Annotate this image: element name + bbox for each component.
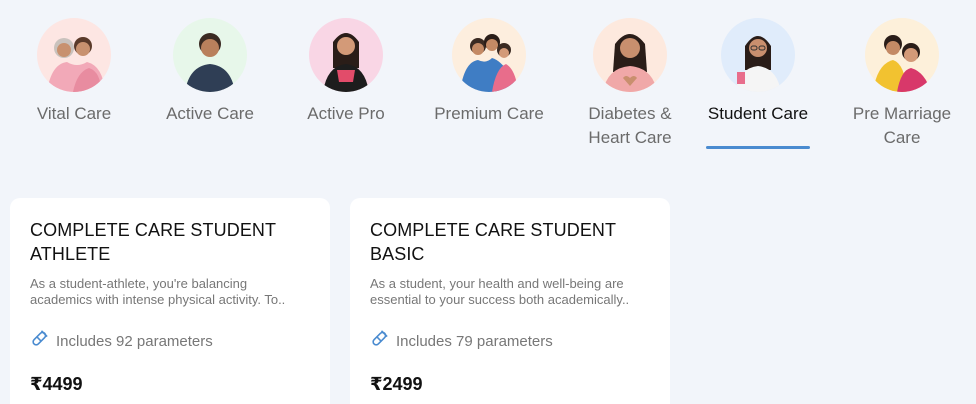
card-title: COMPLETE CARE STUDENT ATHLETE: [30, 220, 276, 264]
tab-diabetes-heart-care[interactable]: Diabetes & Heart Care: [560, 18, 700, 150]
card-description: As a student-athlete, you're balancing a…: [30, 276, 286, 307]
parameters-count: Includes 79 parameters: [396, 333, 553, 350]
price: ₹4499: [30, 374, 83, 394]
active-pro-avatar: [309, 18, 383, 92]
price: ₹2499: [370, 374, 423, 394]
card-description: As a student, your health and well-being…: [370, 276, 630, 307]
pre-marriage-care-avatar: [865, 18, 939, 92]
parameters-row: Includes 92 parameters: [30, 330, 213, 353]
tab-label: Active Pro: [307, 104, 385, 123]
test-tube-icon: [30, 330, 48, 353]
tab-label: Student Care: [707, 104, 809, 123]
active-tab-indicator: [706, 146, 810, 149]
tab-label: Diabetes & Heart Care: [588, 104, 672, 147]
vital-care-avatar: [37, 18, 111, 92]
diabetes-heart-care-avatar: [593, 18, 667, 92]
tab-label: Premium Care: [434, 104, 544, 123]
tab-label: Vital Care: [36, 104, 112, 123]
card-title: COMPLETE CARE STUDENT BASIC: [370, 220, 616, 264]
premium-care-avatar: [452, 18, 526, 92]
parameters-count: Includes 92 parameters: [56, 333, 213, 350]
tab-pre-marriage-care[interactable]: Pre Marriage Care: [832, 18, 972, 150]
tab-student-care[interactable]: Student Care: [688, 18, 828, 126]
tab-label: Active Care: [166, 104, 254, 123]
tab-active-care[interactable]: Active Care: [140, 18, 280, 126]
test-tube-icon: [370, 330, 388, 353]
tab-premium-care[interactable]: Premium Care: [419, 18, 559, 126]
active-care-avatar: [173, 18, 247, 92]
tab-active-pro[interactable]: Active Pro: [276, 18, 416, 126]
package-card-student-basic[interactable]: COMPLETE CARE STUDENT BASIC As a student…: [350, 198, 670, 404]
package-card-student-athlete[interactable]: COMPLETE CARE STUDENT ATHLETE As a stude…: [10, 198, 330, 404]
care-category-tabs: Vital Care Active Care Active Pro Premiu…: [0, 0, 976, 160]
tab-label: Pre Marriage Care: [852, 104, 952, 147]
parameters-row: Includes 79 parameters: [370, 330, 553, 353]
student-care-avatar: [721, 18, 795, 92]
tab-vital-care[interactable]: Vital Care: [4, 18, 144, 126]
